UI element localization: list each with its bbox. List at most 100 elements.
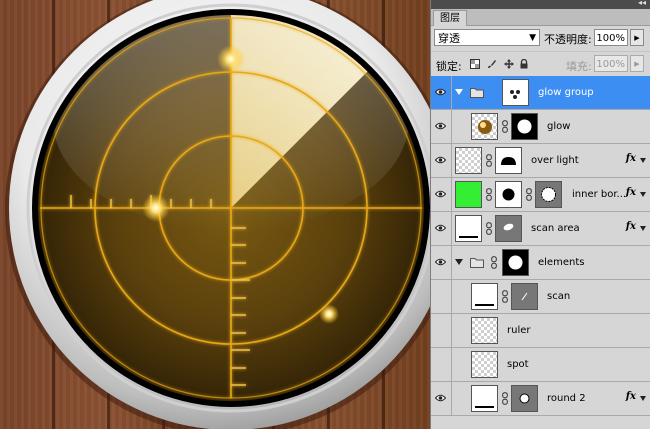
layers-panel: ◂◂ 图层 穿透 ▼ 不透明度: 100% ▶ 锁定: 填充: 100% ▶ g… <box>430 0 650 429</box>
fx-icon[interactable]: fx <box>626 187 636 198</box>
panel-topbar: ◂◂ <box>431 0 650 9</box>
visibility-toggle[interactable] <box>431 212 452 245</box>
layer-thumbnail[interactable] <box>471 317 498 344</box>
visibility-toggle[interactable] <box>431 382 452 415</box>
effects-expand-icon[interactable] <box>640 192 646 197</box>
layer-thumbnail[interactable] <box>455 215 482 242</box>
layer-thumbnail[interactable] <box>471 351 498 378</box>
blend-mode-select[interactable]: 穿透 ▼ <box>434 29 540 46</box>
visibility-toggle[interactable] <box>431 348 452 381</box>
chain-link-icon[interactable] <box>526 188 532 201</box>
fill-slider-button[interactable]: ▶ <box>630 55 644 72</box>
layer-name[interactable]: glow group <box>538 86 594 99</box>
layer-mask-thumbnail[interactable] <box>495 181 522 208</box>
lock-all-icon[interactable] <box>519 59 529 69</box>
layer-name[interactable]: inner bor... <box>572 188 626 201</box>
opacity-slider-button[interactable]: ▶ <box>630 29 644 46</box>
visibility-toggle[interactable] <box>431 110 452 143</box>
visibility-toggle[interactable] <box>431 314 452 347</box>
eye-icon <box>435 156 446 164</box>
lock-row: 锁定: 填充: 100% ▶ <box>431 52 650 78</box>
lock-transparent-icon[interactable] <box>470 59 480 69</box>
visibility-toggle[interactable] <box>431 280 452 313</box>
folder-icon <box>470 258 484 268</box>
layer-mask-thumbnail[interactable] <box>502 79 529 106</box>
layer-name[interactable]: round 2 <box>547 392 586 405</box>
layer-name[interactable]: scan area <box>531 222 580 235</box>
layer-row-glow-group[interactable]: glow group <box>431 76 650 110</box>
chain-link-icon[interactable] <box>502 290 508 303</box>
layer-name[interactable]: spot <box>507 358 529 371</box>
layer-row-over-light[interactable]: over light fx <box>431 144 650 178</box>
eye-icon <box>435 224 446 232</box>
expand-triangle-icon[interactable] <box>455 89 463 95</box>
layer-row-round-2[interactable]: round 2 fx <box>431 382 650 416</box>
effects-expand-icon[interactable] <box>640 396 646 401</box>
layers-list: glow group glow over light fx inner bor.… <box>431 76 650 416</box>
layer-thumbnail[interactable] <box>471 113 498 140</box>
layer-thumbnail[interactable] <box>471 283 498 310</box>
fx-icon[interactable]: fx <box>626 391 636 402</box>
radar-artwork <box>5 0 430 429</box>
layer-mask-thumbnail[interactable] <box>502 249 529 276</box>
chain-link-icon[interactable] <box>486 222 492 235</box>
chain-link-icon[interactable] <box>486 154 492 167</box>
fx-icon[interactable]: fx <box>626 221 636 232</box>
chevron-down-icon: ▼ <box>529 33 536 43</box>
layer-name[interactable]: scan <box>547 290 570 303</box>
panel-tab-row: 图层 <box>431 9 650 26</box>
effects-expand-icon[interactable] <box>640 226 646 231</box>
effects-expand-icon[interactable] <box>640 158 646 163</box>
layer-name[interactable]: ruler <box>507 324 531 337</box>
eye-icon <box>435 394 446 402</box>
chain-link-icon[interactable] <box>502 392 508 405</box>
visibility-toggle[interactable] <box>431 178 452 211</box>
lock-label: 锁定: <box>436 60 462 73</box>
layer-name[interactable]: elements <box>538 256 584 269</box>
vector-mask-thumbnail[interactable] <box>495 215 522 242</box>
fx-icon[interactable]: fx <box>626 153 636 164</box>
chain-link-icon[interactable] <box>486 188 492 201</box>
blend-mode-value: 穿透 <box>438 32 460 45</box>
layer-name[interactable]: glow <box>547 120 570 133</box>
spot-top <box>217 45 245 73</box>
visibility-toggle[interactable] <box>431 76 452 109</box>
vector-mask-thumbnail[interactable] <box>511 385 538 412</box>
spot-left <box>142 194 170 222</box>
visibility-toggle[interactable] <box>431 144 452 177</box>
layer-thumbnail[interactable] <box>471 385 498 412</box>
opacity-label: 不透明度: <box>544 33 592 46</box>
tab-layers[interactable]: 图层 <box>433 10 467 26</box>
visibility-toggle[interactable] <box>431 246 452 279</box>
layer-row-glow[interactable]: glow <box>431 110 650 144</box>
layer-mask-thumbnail[interactable] <box>511 113 538 140</box>
opacity-input[interactable]: 100% <box>594 29 628 46</box>
blend-row: 穿透 ▼ 不透明度: 100% ▶ <box>431 26 650 52</box>
layer-mask-thumbnail[interactable] <box>495 147 522 174</box>
fill-input[interactable]: 100% <box>594 55 628 72</box>
lock-brush-icon[interactable] <box>487 59 497 69</box>
collapse-panel-button[interactable]: ◂◂ <box>638 0 646 8</box>
vector-mask-thumbnail[interactable] <box>511 283 538 310</box>
layer-row-elements[interactable]: elements <box>431 246 650 280</box>
eye-icon <box>435 122 446 130</box>
expand-triangle-icon[interactable] <box>455 259 463 265</box>
lock-move-icon[interactable] <box>504 59 514 69</box>
layer-row-ruler[interactable]: ruler <box>431 314 650 348</box>
layer-name[interactable]: over light <box>531 154 579 167</box>
layer-thumbnail[interactable] <box>455 147 482 174</box>
layer-row-scan[interactable]: scan <box>431 280 650 314</box>
chain-link-icon[interactable] <box>502 120 508 133</box>
eye-icon <box>435 190 446 198</box>
eye-icon <box>435 258 446 266</box>
eye-icon <box>435 88 446 96</box>
spot-lower-right <box>319 304 339 324</box>
fill-label: 填充: <box>566 60 592 73</box>
layer-row-spot[interactable]: spot <box>431 348 650 382</box>
chain-link-icon[interactable] <box>491 256 497 269</box>
document-canvas[interactable] <box>0 0 430 429</box>
vector-mask-thumbnail[interactable] <box>535 181 562 208</box>
layer-row-scan-area[interactable]: scan area fx <box>431 212 650 246</box>
layer-thumbnail[interactable] <box>455 181 482 208</box>
layer-row-inner-border[interactable]: inner bor... fx <box>431 178 650 212</box>
